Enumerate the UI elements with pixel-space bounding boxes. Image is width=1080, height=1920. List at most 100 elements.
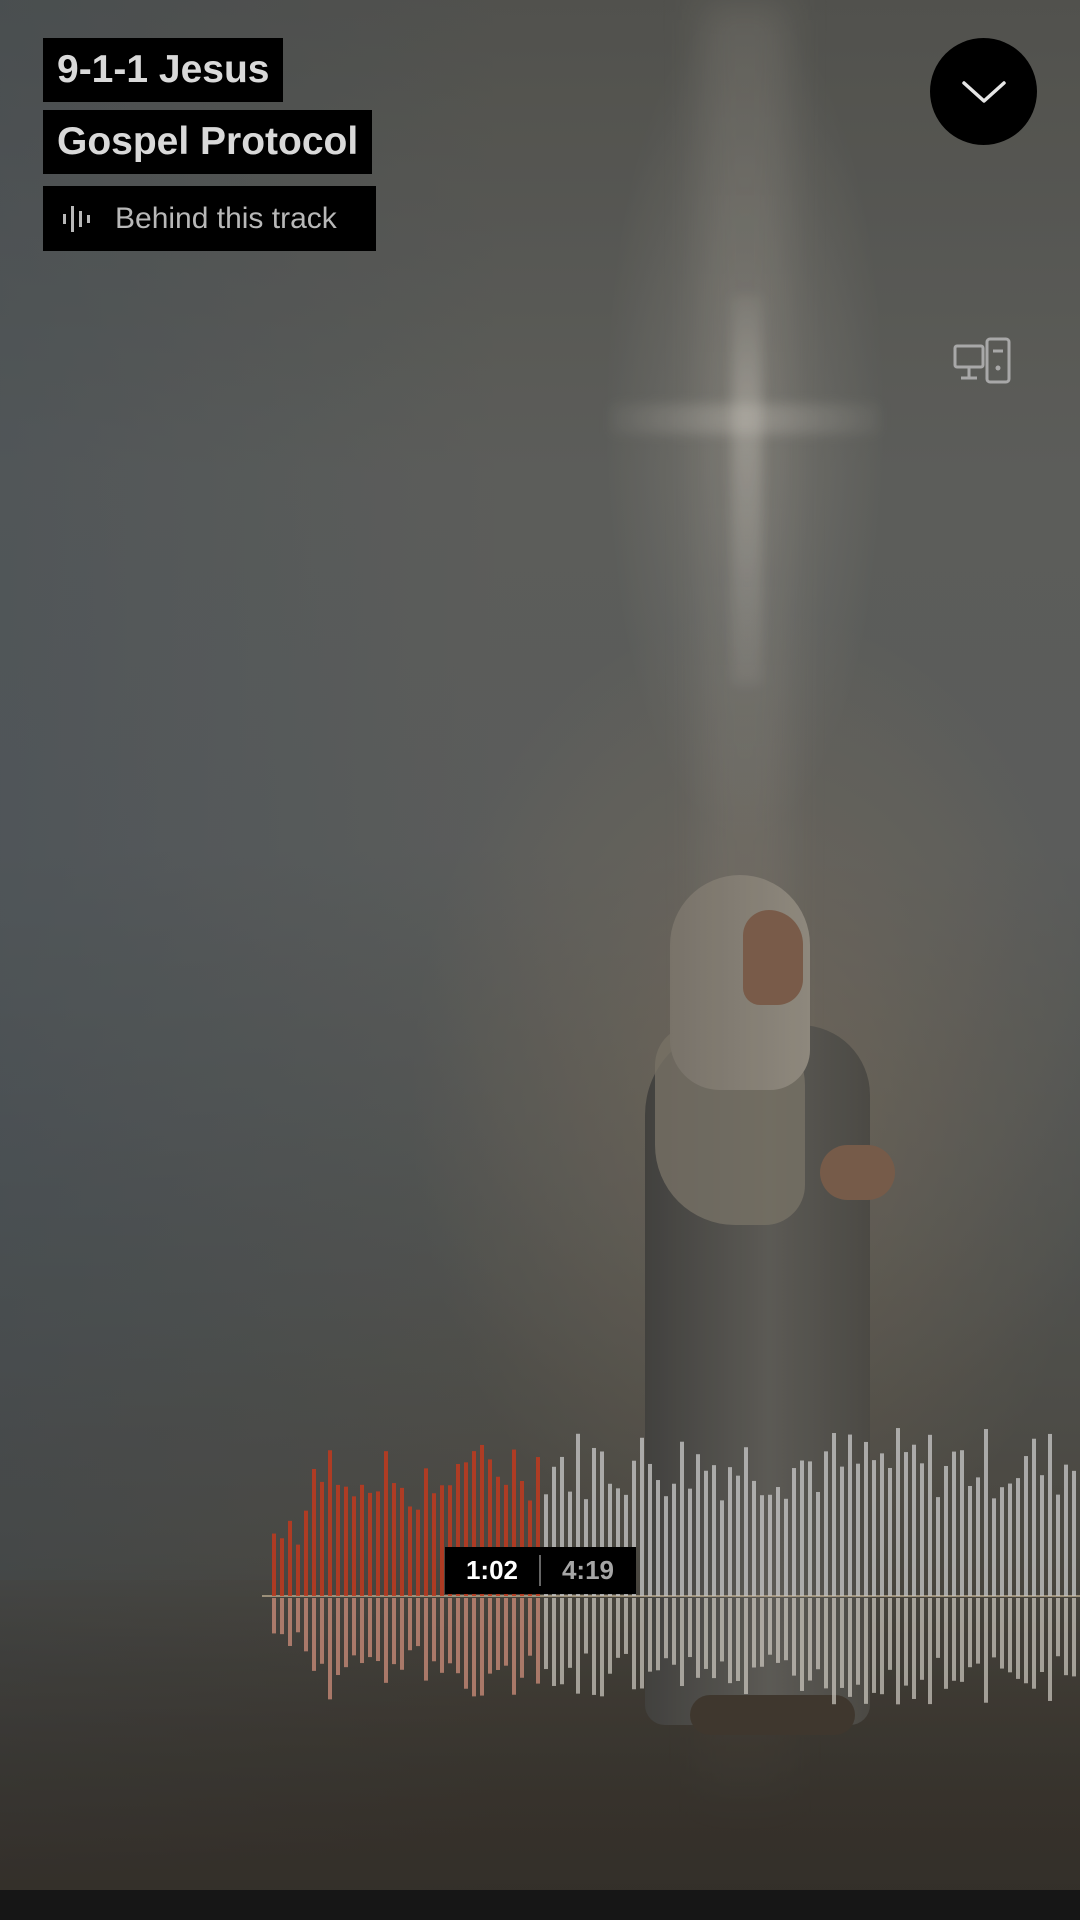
waveform-reflection [640, 1598, 644, 1689]
waveform-reflection [896, 1598, 900, 1705]
waveform-reflection-played [368, 1598, 372, 1658]
waveform-reflection [840, 1598, 844, 1688]
waveform-reflection [976, 1598, 980, 1664]
waveform-bar [968, 1485, 972, 1596]
waveform-reflection-played [336, 1598, 340, 1676]
waveform-bar [944, 1465, 948, 1596]
waveform-bar-played [384, 1451, 388, 1596]
waveform-bar [792, 1468, 796, 1596]
waveform-bar [664, 1496, 668, 1596]
waveform-reflection-played [432, 1598, 436, 1662]
chevron-down-icon [961, 80, 1006, 103]
waveform-reflection-played [536, 1598, 540, 1684]
waveform-bar [736, 1475, 740, 1596]
waveform-bar-played [432, 1493, 436, 1596]
waveform-reflection [760, 1598, 764, 1667]
waveform-reflection [736, 1598, 740, 1681]
waveform-bar [928, 1434, 932, 1596]
waveform-reflection [952, 1598, 956, 1681]
track-artist[interactable]: Gospel Protocol [43, 110, 373, 174]
waveform-reflection [544, 1598, 548, 1670]
waveform-reflection [568, 1598, 572, 1668]
collapse-player-button[interactable] [930, 38, 1037, 145]
waveform-bar-played [312, 1468, 316, 1596]
waveform-reflection [904, 1598, 908, 1686]
waveform-bar-played [400, 1487, 404, 1596]
waveform-bar [976, 1477, 980, 1596]
waveform-reflection-played [304, 1598, 308, 1652]
behind-this-track-button[interactable]: Behind this track [43, 186, 376, 251]
waveform-reflection [1064, 1598, 1068, 1676]
waveform-reflection [792, 1598, 796, 1676]
waveform-reflection [704, 1598, 708, 1669]
waveform-bar-played [416, 1509, 420, 1596]
waveform-bar [672, 1483, 676, 1596]
waveform-bar [872, 1460, 876, 1596]
waveform-reflection [632, 1598, 636, 1690]
waveform-bar [760, 1495, 764, 1596]
waveform-bar [1024, 1456, 1028, 1596]
waveform-bar [960, 1450, 964, 1596]
waveform-reflection [592, 1598, 596, 1695]
waveform-reflection [600, 1598, 604, 1697]
waveform-reflection-played [520, 1598, 524, 1678]
waveform-bar [816, 1491, 820, 1596]
waveform-reflection [968, 1598, 972, 1668]
waveform-bar [808, 1461, 812, 1596]
waveform-reflection-played [320, 1598, 324, 1664]
waveform-bar [840, 1466, 844, 1596]
waveform-reflection [1048, 1598, 1052, 1701]
waveform-reflection [664, 1598, 668, 1659]
waveform-reflection [848, 1598, 852, 1697]
waveform-reflection [824, 1598, 828, 1689]
waveform-reflection [688, 1598, 692, 1658]
waveform-bar-played [288, 1520, 292, 1596]
waveform-reflection [832, 1598, 836, 1705]
waveform-reflection-played [376, 1598, 380, 1662]
waveform-bar [1040, 1475, 1044, 1596]
waveform-bar-played [272, 1533, 276, 1596]
waveform-bar [824, 1451, 828, 1596]
waveform-bar-played [392, 1483, 396, 1596]
waveform-reflection [992, 1598, 996, 1658]
waveform-reflection [928, 1598, 932, 1705]
waveform-bar-played [368, 1492, 372, 1596]
waveform-bar [992, 1498, 996, 1596]
waveform-bar-played [440, 1485, 444, 1596]
waveform-bar [784, 1498, 788, 1596]
waveform-bar [640, 1437, 644, 1596]
waveform-bar [680, 1441, 684, 1596]
waveform-reflection [1024, 1598, 1028, 1684]
waveform-bar [912, 1444, 916, 1596]
waveform-reflection [608, 1598, 612, 1674]
waveform-reflection [1040, 1598, 1044, 1673]
waveform-reflection [1072, 1598, 1076, 1677]
waveform-reflection [712, 1598, 716, 1679]
player-screen: 9-1-1 Jesus Gospel Protocol Behind this … [0, 0, 1080, 1920]
waveform-reflection [936, 1598, 940, 1658]
waveform-bar [744, 1447, 748, 1596]
waveform-reflection [984, 1598, 988, 1703]
waveform-bar-played [424, 1468, 428, 1596]
waveform-reflection [576, 1598, 580, 1694]
waveform-reflection [856, 1598, 860, 1685]
waveform-reflection-played [488, 1598, 492, 1674]
waveform-reflection [616, 1598, 620, 1658]
waveform-bar [696, 1454, 700, 1596]
waveform-bar [1000, 1487, 1004, 1596]
waveform-reflection-played [440, 1598, 444, 1673]
track-title[interactable]: 9-1-1 Jesus [43, 38, 284, 102]
waveform-bar [848, 1434, 852, 1596]
waveform-reflection [720, 1598, 724, 1662]
waveform-reflection-played [288, 1598, 292, 1646]
waveform-bar-played [328, 1450, 332, 1596]
waveform-bar [896, 1428, 900, 1596]
waveform-reflection [752, 1598, 756, 1668]
waveform-reflection-played [504, 1598, 508, 1666]
waveform-bar [904, 1452, 908, 1596]
waveform-reflection [656, 1598, 660, 1671]
waveform-reflection [808, 1598, 812, 1681]
time-display: 1:02 4:19 [445, 1547, 636, 1594]
waveform-reflection [1056, 1598, 1060, 1657]
devices-button[interactable] [952, 335, 1014, 387]
